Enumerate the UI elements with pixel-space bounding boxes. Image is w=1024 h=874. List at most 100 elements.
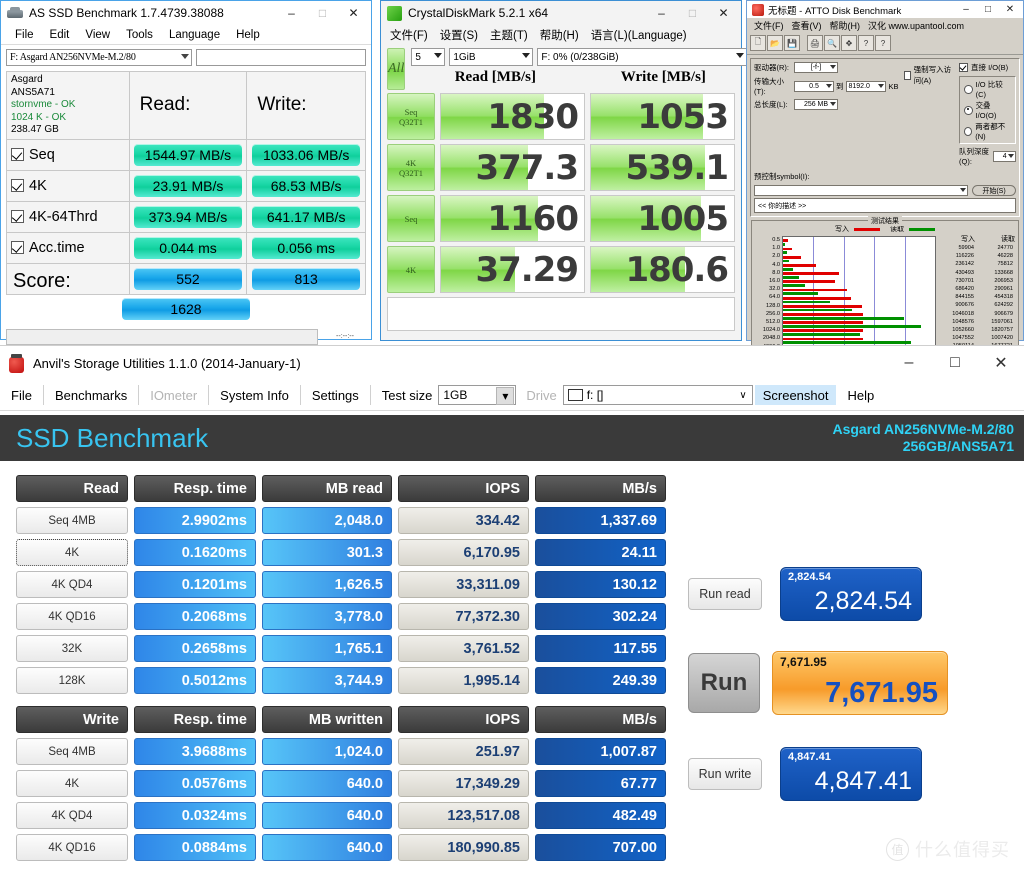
total-score-large: 7,671.95 — [825, 677, 938, 709]
row-label[interactable]: 4K QD16 — [16, 834, 128, 861]
maximize-button[interactable]: □ — [307, 2, 338, 24]
run-count-select[interactable]: 5 — [411, 48, 446, 66]
menu-theme[interactable]: 主题(T) — [484, 27, 534, 43]
menu-edit[interactable]: Edit — [42, 29, 78, 41]
row-label-acctime[interactable]: Acc.time — [7, 232, 130, 263]
all-button[interactable]: All — [387, 48, 406, 90]
move-icon[interactable]: ✥ — [841, 35, 857, 51]
row-label-seq[interactable]: Seq — [387, 195, 435, 242]
row-label[interactable]: 4K QD16 — [16, 603, 128, 630]
row-label-4k[interactable]: 4K — [7, 170, 130, 201]
io-compare-radio[interactable] — [964, 84, 973, 94]
drive-select[interactable]: F: Asgard AN256NVMe-M.2/80 — [6, 49, 192, 66]
io-overlap-radio[interactable] — [964, 105, 973, 115]
menu-help[interactable]: 帮助(H) — [826, 19, 865, 32]
row-label-4k-q32t1[interactable]: 4K Q32T1 — [387, 144, 435, 191]
transfer-size-from[interactable]: 0.5 — [794, 80, 834, 92]
row-label[interactable]: 128K — [16, 667, 128, 694]
run-read-button[interactable]: Run read — [688, 578, 762, 610]
as-ssd-text-field[interactable] — [196, 49, 366, 66]
menu-system-info[interactable]: System Info — [209, 385, 301, 405]
run-write-button[interactable]: Run write — [688, 758, 762, 790]
menu-language[interactable]: 语言(L)(Language) — [585, 27, 693, 43]
row-label[interactable]: Seq 4MB — [16, 507, 128, 534]
cdm-results: Seq Q32T1 1830 1053 4K Q32T1 377.3 539.1… — [387, 93, 735, 293]
row-label-seq-q32t1[interactable]: Seq Q32T1 — [387, 93, 435, 140]
controller-select[interactable] — [754, 185, 968, 196]
4k64-read-cell: 373.94 MB/s — [129, 201, 248, 232]
checkbox-seq[interactable] — [11, 148, 24, 161]
row-label[interactable]: Seq 4MB — [16, 738, 128, 765]
test-size-select[interactable]: 1GiB — [449, 48, 534, 66]
table-row: 4K 0.1620ms 301.3 6,170.95 24.11 — [16, 539, 666, 566]
help-cursor-icon[interactable]: ? — [875, 35, 891, 51]
cell-iops: 77,372.30 — [398, 603, 529, 630]
minimize-button[interactable]: – — [276, 2, 307, 24]
row-label-seq[interactable]: Seq — [7, 139, 130, 170]
atto-drive-select[interactable]: [-f-] — [794, 62, 838, 73]
chevron-down-icon[interactable]: ▾ — [496, 387, 515, 405]
transfer-size-to[interactable]: 8192.0 — [845, 80, 886, 92]
menu-iometer[interactable]: IOmeter — [139, 385, 210, 405]
menu-help[interactable]: Help — [228, 29, 268, 41]
menu-file[interactable]: 文件(F) — [384, 27, 434, 43]
save-icon[interactable]: 💾 — [784, 35, 800, 51]
row-label[interactable]: 4K QD4 — [16, 571, 128, 598]
chart-write-number: 730701 — [955, 277, 974, 284]
checkbox-acc-time[interactable] — [11, 241, 24, 254]
maximize-button[interactable]: □ — [677, 2, 708, 24]
menu-settings[interactable]: 设置(S) — [434, 27, 484, 43]
open-folder-icon[interactable]: 📂 — [767, 35, 783, 51]
menu-file[interactable]: 文件(F) — [750, 19, 788, 32]
table-row: 4K 37.29 180.6 — [387, 246, 735, 293]
direct-io-checkbox[interactable] — [959, 63, 969, 72]
row-label[interactable]: 4K — [16, 539, 128, 566]
menu-language[interactable]: Language — [161, 29, 228, 41]
total-length-select[interactable]: 256 MB — [794, 99, 838, 110]
test-size-select[interactable]: 1GB ▾ — [438, 385, 517, 405]
menu-file[interactable]: File — [7, 29, 42, 41]
menu-file[interactable]: File — [0, 385, 44, 405]
row-label-4k[interactable]: 4K — [387, 246, 435, 293]
about-icon[interactable]: ? — [858, 35, 874, 51]
checkbox-4k[interactable] — [11, 179, 24, 192]
menu-view[interactable]: View — [77, 29, 118, 41]
checkbox-4k-64thrd[interactable] — [11, 210, 24, 223]
minimize-button[interactable]: – — [886, 347, 932, 379]
minimize-button[interactable]: – — [646, 2, 677, 24]
close-button[interactable]: ✕ — [708, 2, 739, 24]
row-label[interactable]: 4K — [16, 770, 128, 797]
menu-tools[interactable]: Tools — [118, 29, 161, 41]
screenshot-button[interactable]: Screenshot — [754, 385, 837, 405]
io-neither-radio[interactable] — [964, 126, 973, 136]
queue-depth-select[interactable]: 4 — [993, 150, 1016, 162]
close-button[interactable]: ✕ — [978, 347, 1024, 379]
description-box[interactable]: << 你的描述 >> — [754, 198, 1016, 213]
print-icon[interactable]: 🖨 — [807, 35, 823, 51]
row-label-4k64[interactable]: 4K-64Thrd — [7, 201, 130, 232]
write-label: Write: — [257, 94, 307, 116]
maximize-button[interactable]: □ — [932, 347, 978, 379]
chart-read-number: 75812 — [997, 261, 1013, 268]
start-button[interactable]: 开始(S) — [972, 185, 1016, 196]
row-label[interactable]: 32K — [16, 635, 128, 662]
menu-settings[interactable]: Settings — [301, 385, 371, 405]
menu-benchmarks[interactable]: Benchmarks — [44, 385, 140, 405]
menu-help[interactable]: 帮助(H) — [534, 27, 585, 43]
read-score-small: 2,824.54 — [788, 571, 831, 583]
close-button[interactable]: ✕ — [338, 2, 369, 24]
run-button[interactable]: Run — [688, 653, 760, 713]
help-button[interactable]: Help — [836, 385, 885, 405]
table-row: 128K 0.5012ms 3,744.9 1,995.14 249.39 — [16, 667, 666, 694]
row-label[interactable]: 4K QD4 — [16, 802, 128, 829]
menu-view[interactable]: 查看(V) — [788, 19, 826, 32]
print-preview-icon[interactable]: 🔍 — [824, 35, 840, 51]
new-file-icon[interactable]: 🗋 — [750, 35, 766, 51]
target-drive-select[interactable]: F: 0% (0/238GiB) — [537, 48, 748, 66]
header-resp-time: Resp. time — [134, 706, 256, 733]
maximize-button[interactable]: □ — [977, 2, 999, 17]
drive-select[interactable]: f: [] ∨ — [562, 385, 753, 405]
close-button[interactable]: ✕ — [999, 2, 1021, 17]
force-write-checkbox[interactable] — [903, 70, 911, 80]
minimize-button[interactable]: – — [955, 2, 977, 17]
